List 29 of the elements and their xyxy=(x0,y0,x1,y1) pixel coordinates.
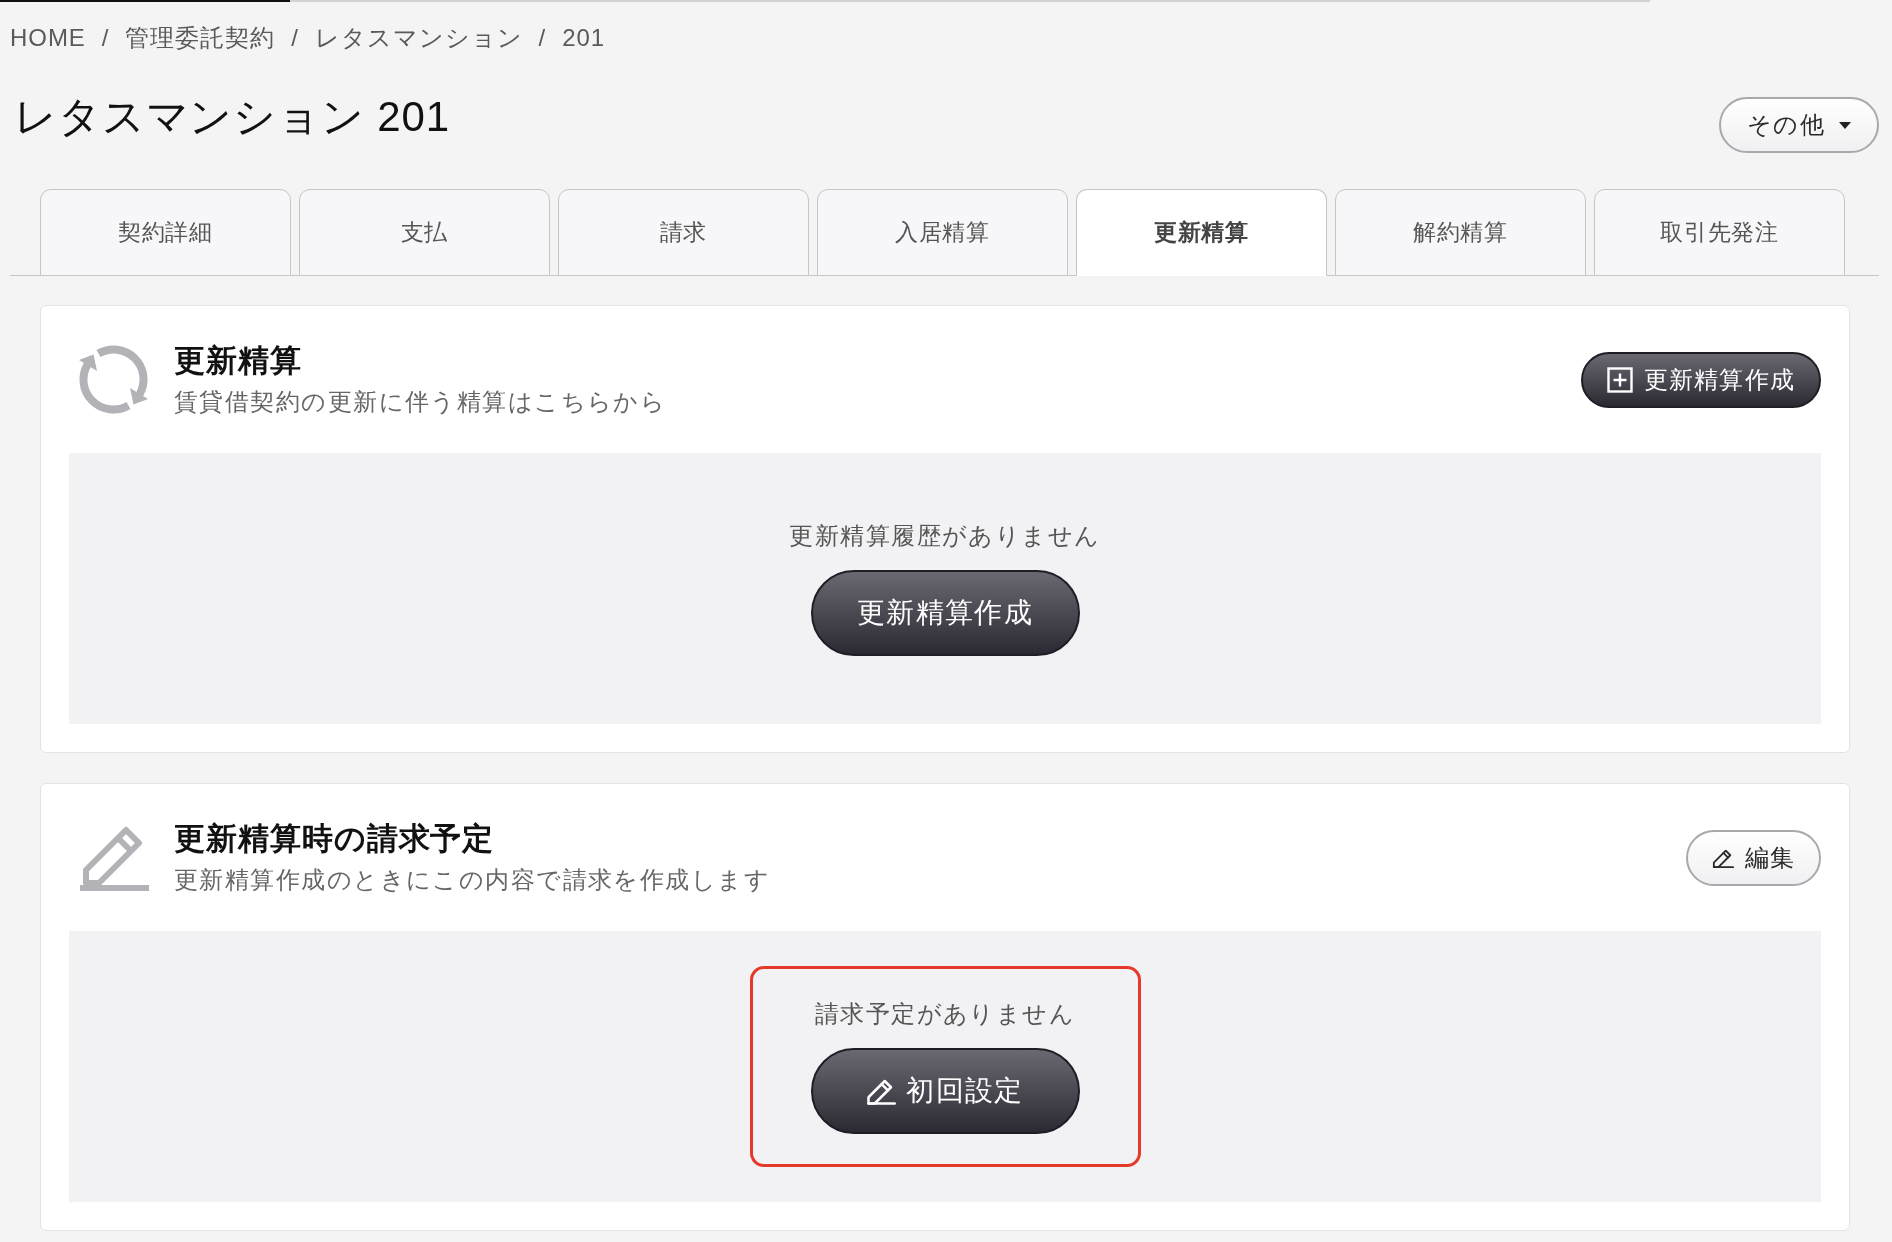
section-title: 更新精算時の請求予定 xyxy=(174,819,496,858)
tab[interactable]: 入居精算 xyxy=(817,189,1068,276)
setup-button[interactable]: 初回設定 xyxy=(810,1048,1080,1134)
add-button[interactable]: 更新精算作成 xyxy=(1580,351,1821,408)
empty-message: 請求予定がありません xyxy=(814,999,1076,1029)
breadcrumb-separator: / xyxy=(538,23,547,53)
more-dropdown-button[interactable]: その他 xyxy=(1719,97,1879,153)
breadcrumb-link[interactable]: 管理委託契約 xyxy=(125,22,276,54)
breadcrumb-link[interactable]: HOME xyxy=(10,22,86,54)
caret-icon xyxy=(1838,121,1851,129)
breadcrumb-separator: / xyxy=(101,23,110,53)
tab[interactable]: 取引先発注 xyxy=(1594,189,1845,276)
section-title: 更新精算 xyxy=(174,341,303,380)
page-title: レタスマンション 201 xyxy=(13,92,450,142)
tab[interactable]: 支払 xyxy=(299,189,550,276)
tab[interactable]: 請求 xyxy=(558,189,809,276)
tab[interactable]: 解約精算 xyxy=(1335,189,1586,276)
plus-square-icon xyxy=(1606,366,1633,393)
breadcrumb-link[interactable]: レタスマンション xyxy=(314,22,523,54)
refresh-icon xyxy=(76,342,151,417)
create-button[interactable]: 更新精算作成 xyxy=(810,570,1080,656)
section-subtitle: 賃貸借契約の更新に伴う精算はこちらから xyxy=(174,386,668,417)
tab[interactable]: 更新精算 xyxy=(1076,189,1327,276)
empty-message: 更新精算履歴がありません xyxy=(789,521,1101,551)
breadcrumb-current: 201 xyxy=(562,23,606,53)
section-subtitle: 更新精算作成のときにこの内容で請求を作成します xyxy=(174,864,772,895)
breadcrumb-separator: / xyxy=(291,23,299,53)
tab[interactable]: 契約詳細 xyxy=(40,189,291,276)
edit-button[interactable]: 編集 xyxy=(1685,829,1821,886)
